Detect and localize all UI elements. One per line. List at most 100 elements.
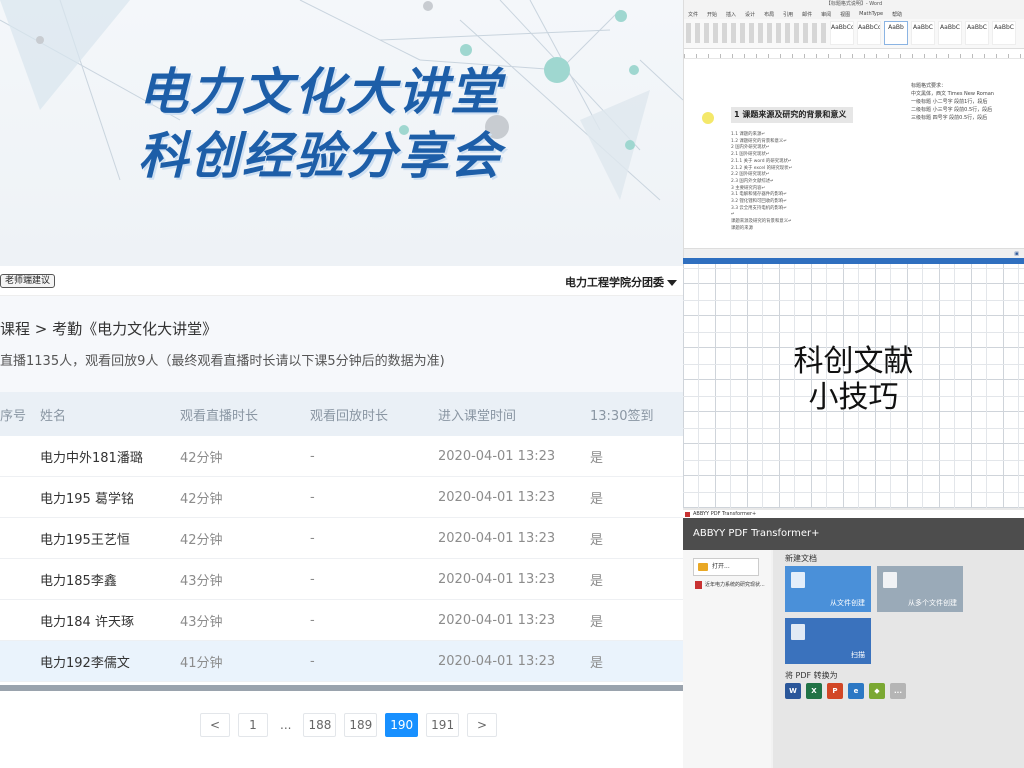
style-item[interactable]: AaBbCcD <box>857 21 881 45</box>
style-item[interactable]: AaBbC <box>911 21 935 45</box>
live-duration: 43分钟 <box>180 614 223 630</box>
caret-down-icon <box>667 280 677 286</box>
excel-format-icon[interactable]: X <box>806 683 822 699</box>
create-from-multiple-files-tile[interactable]: 从多个文件创建 <box>877 566 963 612</box>
outline-line: 3.3 云全用支持电机的影响↵ <box>731 205 787 211</box>
table-row[interactable]: 电力192李儒文 41分钟 - 2020-04-01 13:23 是 <box>0 641 683 682</box>
page-button[interactable]: 189 <box>344 713 378 737</box>
formatting-toolbar[interactable] <box>686 23 826 43</box>
student-name: 电力195 葛学铭 <box>40 491 134 507</box>
outline-line: 2.1.1 关于 word 的研究现状↵ <box>731 158 792 164</box>
recent-file-label: 近年电力系统的研究现状... <box>705 582 765 588</box>
pagination: < 1 ... 188 189 190 191 > <box>200 713 498 737</box>
epub-format-icon[interactable]: ◆ <box>869 683 885 699</box>
table-row[interactable]: 电力中外181潘璐 42分钟 - 2020-04-01 13:23 是 <box>0 436 683 477</box>
tab-mathtype[interactable]: MathType <box>859 11 883 17</box>
table-row[interactable]: 电力195王艺恒 42分钟 - 2020-04-01 13:23 是 <box>0 518 683 559</box>
outline-line: 3.2 锂化锂和可回收的影响↵ <box>731 199 787 205</box>
tab-insert[interactable]: 插入 <box>726 11 736 18</box>
tab-design[interactable]: 设计 <box>745 11 755 18</box>
enter-time: 2020-04-01 13:23 <box>438 653 556 669</box>
attendance-table: 序号 姓名 观看直播时长 观看回放时长 进入课堂时间 13:30签到 电力中外1… <box>0 392 683 682</box>
replay-duration: - <box>310 653 315 669</box>
more-formats-icon[interactable]: ... <box>890 683 906 699</box>
document-heading: 1 课题来源及研究的背景和意义 <box>731 107 853 123</box>
word-ruler[interactable] <box>684 49 1024 59</box>
word-app-icon[interactable]: ▣ <box>1014 251 1019 257</box>
page-button[interactable]: 188 <box>303 713 337 737</box>
grid-title-line2: 小技巧 <box>808 380 899 415</box>
outline-line: 2.3 国内外文献综述↵ <box>731 178 774 184</box>
breadcrumb[interactable]: 课程 > 考勤《电力文化大讲堂》 <box>0 318 217 339</box>
next-page-button[interactable]: > <box>467 713 498 737</box>
note-line: 二级标题 小三号字 段前0.5行，段后 <box>911 107 993 113</box>
tab-file[interactable]: 文件 <box>688 11 698 18</box>
abbyy-header: ABBYY PDF Transformer+ <box>683 518 1024 550</box>
signin-status: 是 <box>590 491 604 507</box>
tab-help[interactable]: 帮助 <box>892 11 902 18</box>
attendance-topbar: 老师端建议 电力工程学院分团委 <box>0 266 683 296</box>
format-notes: 标题格式要求： 中文黑体，西文 Times New Roman 一级标题 小二号… <box>911 82 994 122</box>
tab-view[interactable]: 视图 <box>840 11 850 18</box>
word-window: 【标题格式说明】- Word 文件 开始 插入 设计 布局 引用 邮件 审阅 视… <box>683 0 1024 258</box>
folder-icon <box>698 563 708 571</box>
tile-label: 扫描 <box>851 651 865 659</box>
attendance-header: 课程 > 考勤《电力文化大讲堂》 直播1135人，观看回放9人（最终观看直播时长… <box>0 296 683 392</box>
horizontal-scrollbar[interactable] <box>0 685 683 691</box>
style-item[interactable]: AaBbC <box>938 21 962 45</box>
table-row[interactable]: 电力195 葛学铭 42分钟 - 2020-04-01 13:23 是 <box>0 477 683 518</box>
live-duration: 43分钟 <box>180 573 223 589</box>
table-row[interactable]: 电力185李鑫 43分钟 - 2020-04-01 13:23 是 <box>0 559 683 600</box>
feedback-tag[interactable]: 老师端建议 <box>0 274 56 288</box>
school-selector[interactable]: 电力工程学院分团委 <box>565 274 677 290</box>
documents-icon <box>883 572 897 588</box>
table-row[interactable]: 电力184 许天琢 43分钟 - 2020-04-01 13:23 是 <box>0 600 683 641</box>
tab-home[interactable]: 开始 <box>707 11 717 18</box>
tab-mailings[interactable]: 邮件 <box>802 11 812 18</box>
open-button[interactable]: 打开... <box>693 558 759 576</box>
col-name: 姓名 <box>40 408 67 424</box>
tab-review[interactable]: 审阅 <box>821 11 831 18</box>
outline-line: 课题来源及研究的背景和意义↵ <box>731 219 792 225</box>
replay-duration: - <box>310 530 315 546</box>
page-button[interactable]: 1 <box>238 713 268 737</box>
powerpoint-format-icon[interactable]: P <box>827 683 843 699</box>
live-duration: 42分钟 <box>180 532 223 548</box>
replay-duration: - <box>310 612 315 628</box>
convert-options: W X P e ◆ ... <box>785 683 906 699</box>
scan-tile[interactable]: 扫描 <box>785 618 871 664</box>
word-format-icon[interactable]: W <box>785 683 801 699</box>
abbyy-window-title: ABBYY PDF Transformer+ <box>683 510 1024 518</box>
student-name: 电力195王艺恒 <box>40 532 130 548</box>
tab-references[interactable]: 引用 <box>783 11 793 18</box>
prev-page-button[interactable]: < <box>200 713 230 737</box>
school-name: 电力工程学院分团委 <box>565 276 664 289</box>
banner-title-line1: 电力文化大讲堂 <box>138 62 502 121</box>
tab-layout[interactable]: 布局 <box>764 11 774 18</box>
current-page-button[interactable]: 190 <box>385 713 419 737</box>
table-header: 序号 姓名 观看直播时长 观看回放时长 进入课堂时间 13:30签到 <box>0 392 683 436</box>
style-item[interactable]: AaBb <box>884 21 908 45</box>
recent-file[interactable]: 近年电力系统的研究现状... <box>695 580 765 590</box>
grid-title: 科创文献 小技巧 <box>683 344 1024 416</box>
styles-gallery: AaBbCcD AaBbCcD AaBb AaBbC AaBbC AaBbC A… <box>830 21 1016 45</box>
word-document-page[interactable]: 1 课题来源及研究的背景和意义 标题格式要求： 中文黑体，西文 Times Ne… <box>714 62 1024 252</box>
replay-duration: - <box>310 448 315 464</box>
signin-status: 是 <box>590 614 604 630</box>
style-item[interactable]: AaBbCcD <box>830 21 854 45</box>
open-label: 打开... <box>712 563 730 570</box>
scanner-icon <box>791 624 805 640</box>
lecture-banner: 电力文化大讲堂 科创经验分享会 <box>0 0 683 266</box>
page-button[interactable]: 191 <box>426 713 460 737</box>
style-item[interactable]: AaBbC <box>965 21 989 45</box>
html-format-icon[interactable]: e <box>848 683 864 699</box>
outline-line: 2.1 国外研究现状↵ <box>731 152 770 158</box>
abbyy-sidebar: 打开... 近年电力系统的研究现状... <box>683 550 771 768</box>
style-item[interactable]: AaBbC <box>992 21 1016 45</box>
replay-duration: - <box>310 489 315 505</box>
student-name: 电力中外181潘璐 <box>40 450 143 466</box>
outline-line: 2.2 国外研究现状↵ <box>731 172 770 178</box>
create-from-file-tile[interactable]: 从文件创建 <box>785 566 871 612</box>
attendance-panel: 老师端建议 电力工程学院分团委 课程 > 考勤《电力文化大讲堂》 直播1135人… <box>0 266 683 768</box>
abbyy-window: ABBYY PDF Transformer+ ABBYY PDF Transfo… <box>683 510 1024 768</box>
